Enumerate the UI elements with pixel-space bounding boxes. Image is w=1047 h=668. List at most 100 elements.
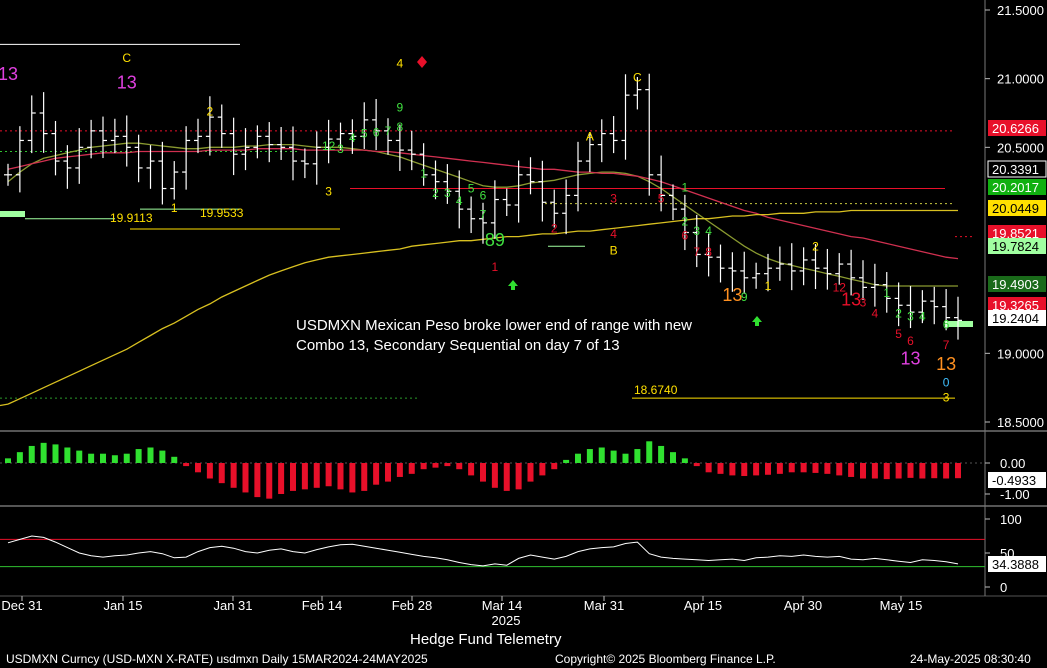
osc-bar xyxy=(824,463,831,474)
osc-bar xyxy=(943,463,950,479)
osc-bar xyxy=(432,463,439,468)
price-value-tag: 20.2017 xyxy=(988,179,1046,195)
td-count-label: 7 xyxy=(480,208,487,222)
osc-bar xyxy=(266,463,273,499)
osc-bar xyxy=(634,449,641,463)
price-value-tag-text: 19.7824 xyxy=(992,239,1039,254)
td-count-label: 4 xyxy=(919,309,926,323)
td-count-label: 1 xyxy=(171,201,178,215)
osc-bar xyxy=(290,463,296,491)
price-value-tag: 20.6266 xyxy=(988,120,1046,136)
price-value-tag-text: 19.4903 xyxy=(992,277,1039,292)
x-tick-label: Jan 31 xyxy=(213,598,252,613)
x-tick-label: Feb 28 xyxy=(392,598,432,613)
td-count-label: 6 xyxy=(907,334,914,348)
price-tick-label: 20.5000 xyxy=(997,140,1044,155)
td-count-label: 5 xyxy=(468,182,475,196)
osc-bar xyxy=(337,463,344,490)
osc-bar xyxy=(551,463,558,470)
osc-bar xyxy=(860,463,866,479)
td-count-label: 5 xyxy=(658,191,665,205)
osc-bar xyxy=(883,463,890,480)
footer-ticker: USDMXN Curncy (USD-MXN X-RATE) usdmxn Da… xyxy=(6,652,428,666)
osc-bar xyxy=(539,463,546,476)
td-count-label: 13 xyxy=(900,348,920,368)
osc-bar xyxy=(848,463,855,477)
osc-bar xyxy=(955,463,961,479)
osc-bar xyxy=(396,463,403,477)
osc-bar xyxy=(76,450,83,463)
osc-bar xyxy=(491,463,498,488)
rsi-line xyxy=(7,535,959,567)
td-count-label: 5 xyxy=(895,327,902,341)
osc-bar xyxy=(28,445,35,463)
td-count-label: B xyxy=(610,243,618,257)
x-tick-label: Jan 15 xyxy=(103,598,142,613)
osc-bar xyxy=(5,458,11,463)
osc-value-tag: -0.4933 xyxy=(992,473,1036,488)
osc-bar xyxy=(218,463,225,484)
td-count-label: 13 xyxy=(0,64,18,84)
td-count-label: 1 xyxy=(492,260,499,274)
price-tick-label: 21.0000 xyxy=(997,72,1044,87)
osc-bar xyxy=(931,463,938,479)
td-count-label: 3 xyxy=(444,186,451,200)
td-count-label: 4 xyxy=(705,224,712,238)
td-count-label: 2 xyxy=(682,215,689,229)
osc-bar xyxy=(230,463,237,488)
td-count-label: 8 xyxy=(397,120,404,134)
td-count-label: 89 xyxy=(485,230,505,250)
osc-bar xyxy=(373,463,380,485)
osc-bar xyxy=(171,456,178,463)
td-count-label: 4 xyxy=(349,131,356,145)
td-count-label: 9 xyxy=(741,290,748,304)
rsi-tick-label: 100 xyxy=(1000,512,1022,527)
x-tick-label: Apr 15 xyxy=(684,598,722,613)
osc-bar xyxy=(563,459,570,463)
td-count-label: 4 xyxy=(872,307,879,321)
x-tick-label: Apr 30 xyxy=(784,598,822,613)
price-value-tag: 19.4903 xyxy=(988,276,1046,292)
td-count-label: 13 xyxy=(936,354,956,374)
annotation-line-2: Combo 13, Secondary Sequential on day 7 … xyxy=(296,337,620,354)
osc-bar xyxy=(681,458,688,463)
osc-bar xyxy=(622,453,629,463)
osc-bar xyxy=(919,463,926,479)
td-count-label: 2 xyxy=(812,239,819,253)
osc-bar xyxy=(64,447,71,463)
osc-bar xyxy=(610,450,617,463)
osc-bar xyxy=(480,463,486,482)
osc-bar xyxy=(349,463,356,493)
td-count-label: C xyxy=(633,70,642,84)
td-count-label: 0 xyxy=(943,375,950,389)
price-value-tag: 20.3391 xyxy=(987,160,1047,178)
price-value-tag: 19.2404 xyxy=(988,310,1046,326)
osc-bar xyxy=(598,447,605,463)
osc-bar xyxy=(753,463,760,476)
osc-bar xyxy=(456,463,463,470)
osc-bar xyxy=(693,463,700,467)
footer-copyright: Copyright© 2025 Bloomberg Finance L.P. xyxy=(555,652,776,666)
footer-timestamp: 24-May-2025 08:30:40 xyxy=(910,652,1031,666)
level-label: 19.9533 xyxy=(200,206,244,220)
td-count-label: 6 xyxy=(480,189,487,203)
x-year-label: 2025 xyxy=(492,613,521,628)
osc-tick-label: -1.00 xyxy=(1000,487,1030,502)
td-count-label: 6 xyxy=(682,228,689,242)
level-marker xyxy=(0,211,25,217)
osc-bar xyxy=(88,453,95,463)
osc-bar xyxy=(765,463,771,475)
osc-bar xyxy=(325,463,332,487)
td-count-label: 13 xyxy=(117,72,137,92)
osc-bar xyxy=(195,463,201,473)
osc-tick-label: 0.00 xyxy=(1000,456,1025,471)
osc-bar xyxy=(705,463,712,473)
rsi-tick-label: 0 xyxy=(1000,580,1007,595)
td-count-label: 3 xyxy=(337,142,344,156)
td-count-label: 1 xyxy=(682,180,689,194)
osc-bar xyxy=(40,442,47,463)
price-value-tag-text: 20.3391 xyxy=(992,162,1039,177)
osc-bar xyxy=(741,463,748,477)
price-value-tag-text: 20.6266 xyxy=(992,121,1039,136)
td-count-label: 1 xyxy=(883,286,890,300)
